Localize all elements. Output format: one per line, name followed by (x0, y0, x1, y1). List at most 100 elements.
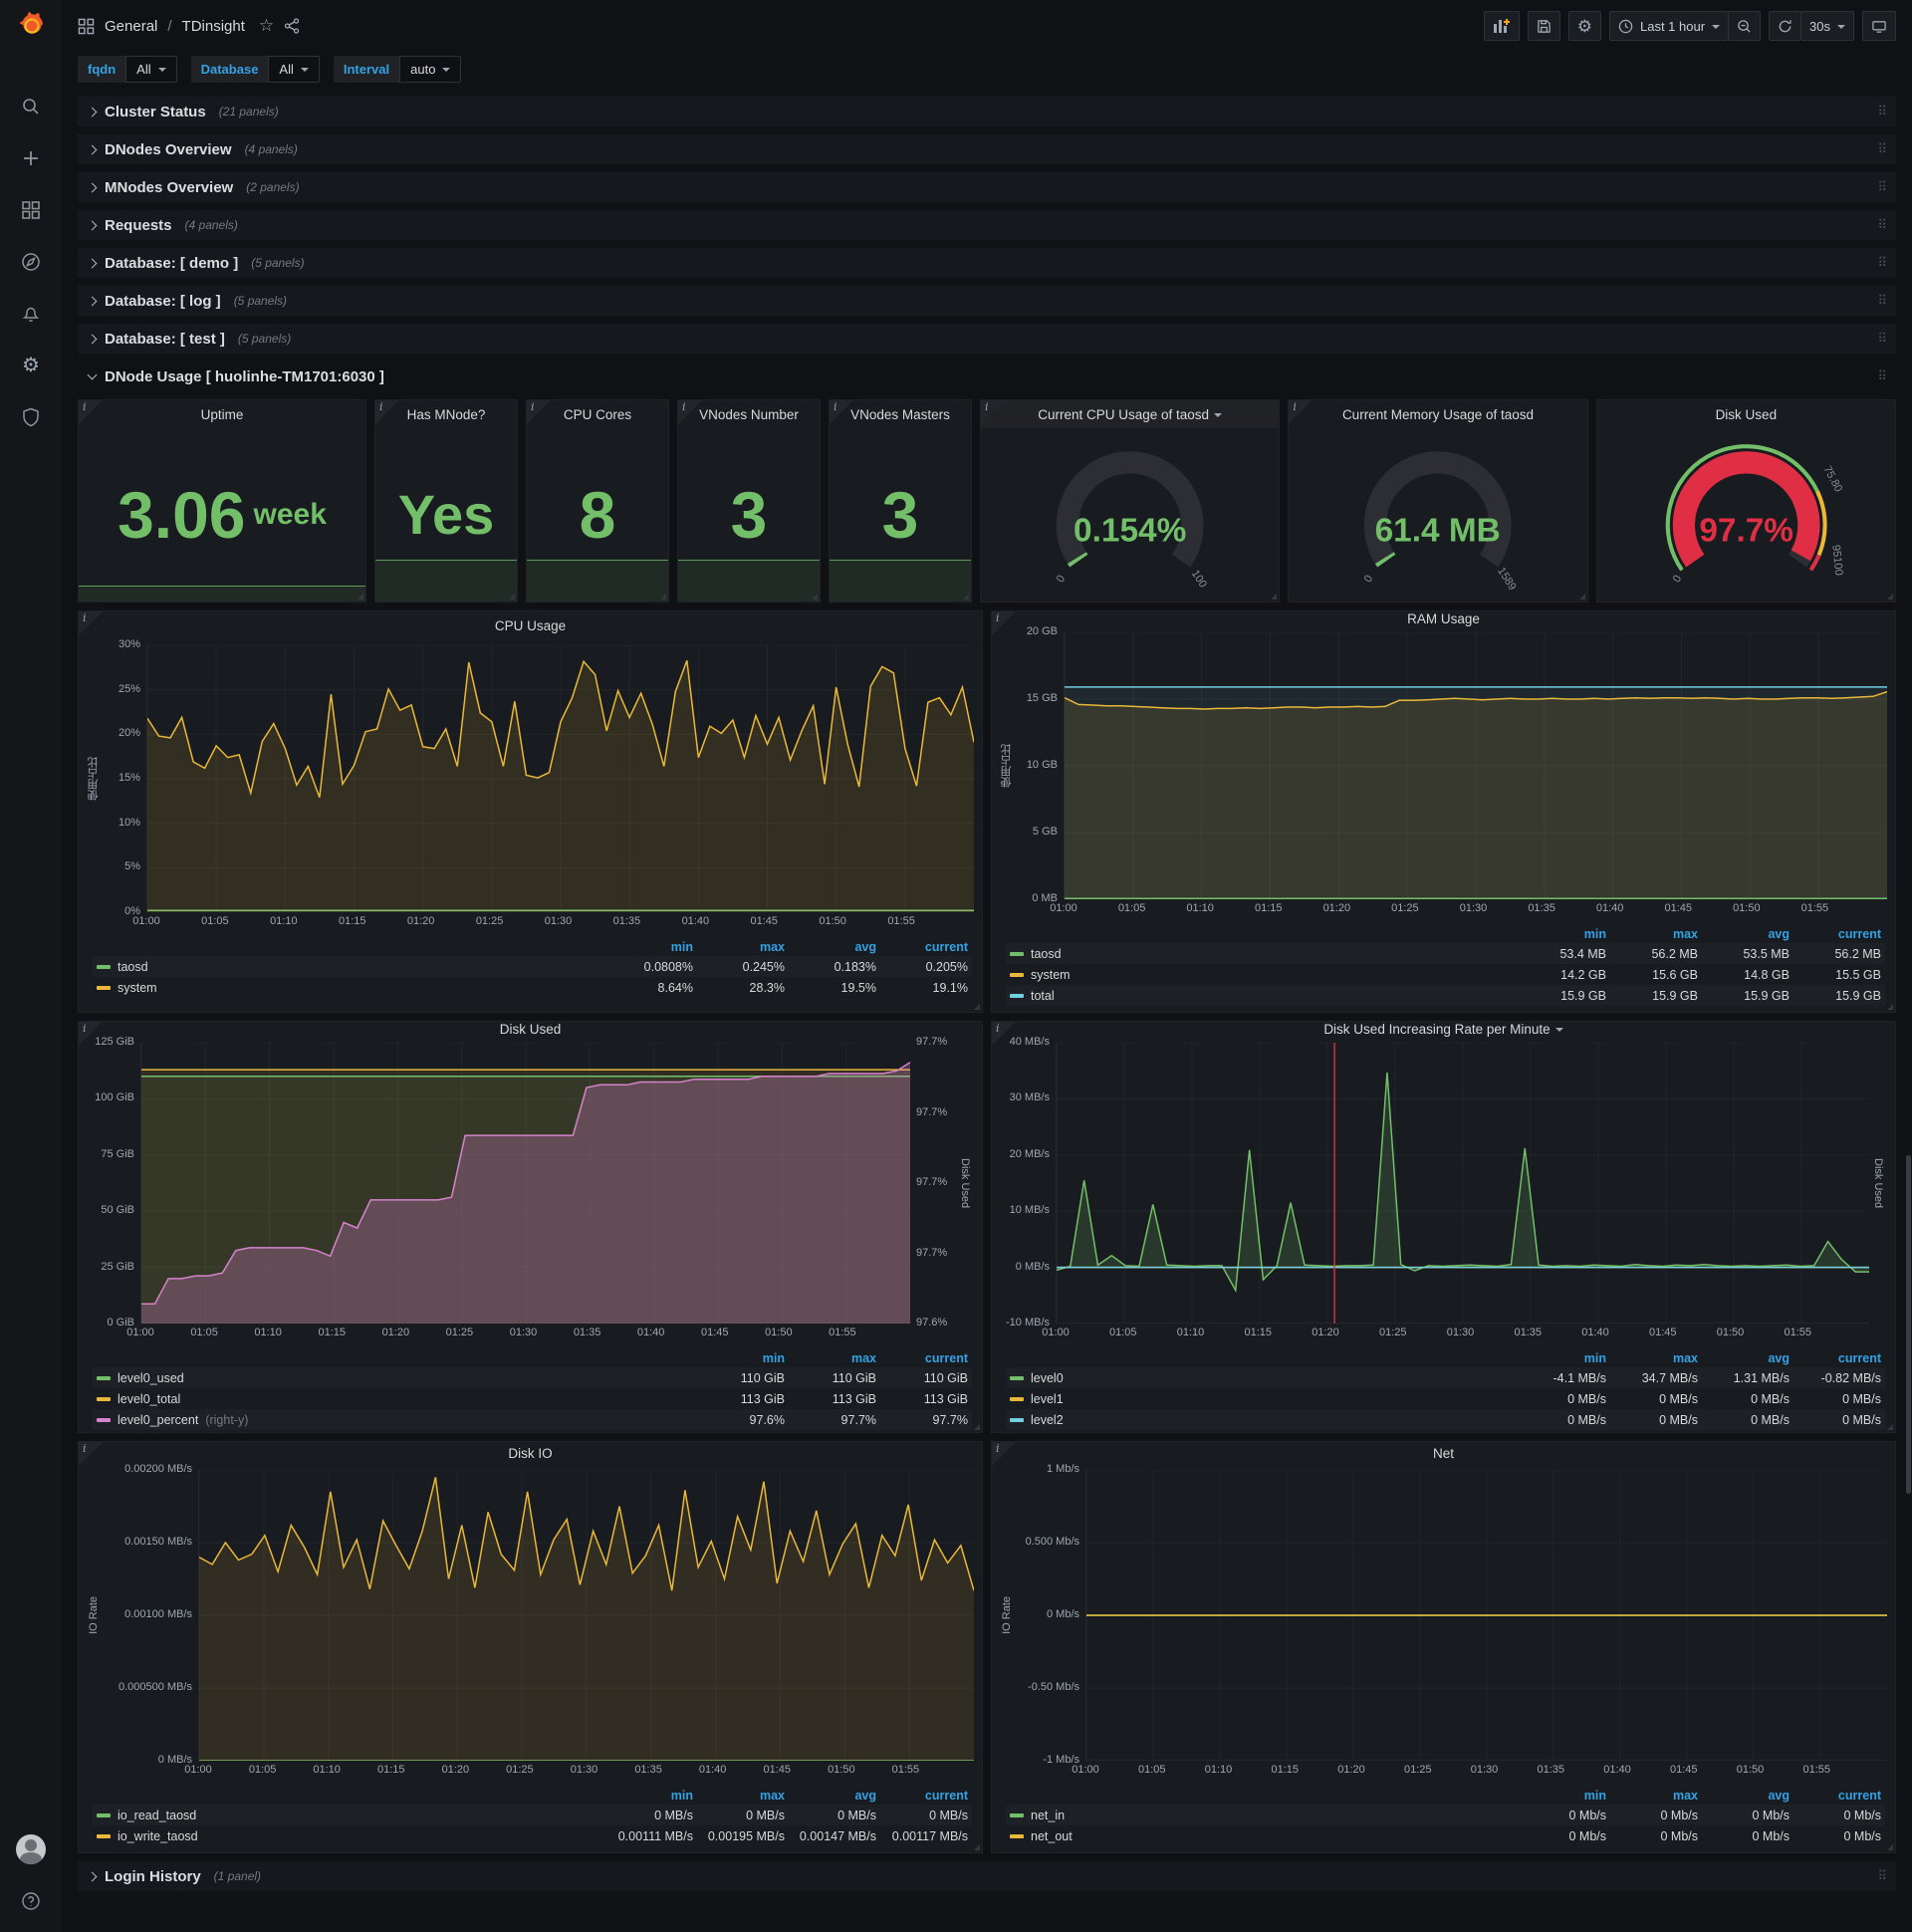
help-icon[interactable] (18, 1888, 44, 1914)
panel-info-icon[interactable]: i (79, 1022, 103, 1046)
legend-sort-avg[interactable]: avg (785, 940, 876, 954)
row-drag-handle[interactable]: ⠿ (1877, 331, 1888, 347)
row-database-log[interactable]: Database: [ log ] (5 panels) ⠿ (78, 286, 1896, 316)
star-icon[interactable]: ☆ (259, 16, 274, 36)
series-color-swatch[interactable] (97, 1396, 111, 1401)
series-color-swatch[interactable] (97, 985, 111, 990)
zoom-out-time-button[interactable] (1728, 11, 1762, 41)
legend-sort-current[interactable]: current (1790, 1351, 1881, 1365)
legend-series[interactable]: io_read_taosd (118, 1809, 196, 1822)
row-drag-handle[interactable]: ⠿ (1877, 104, 1888, 120)
legend-sort-min[interactable]: min (601, 940, 693, 954)
row-database-test[interactable]: Database: [ test ] (5 panels) ⠿ (78, 324, 1896, 354)
legend-sort-max[interactable]: max (785, 1351, 876, 1365)
series-color-swatch[interactable] (1010, 1396, 1024, 1401)
variable-value-dropdown[interactable]: All (125, 56, 177, 83)
panel-info-icon[interactable]: i (375, 400, 399, 424)
configuration-gear-icon[interactable]: ⚙ (18, 353, 44, 378)
panel-info-icon[interactable]: i (79, 611, 103, 635)
legend-sort-min[interactable]: min (1515, 1351, 1606, 1365)
legend-sort-current[interactable]: current (1790, 1789, 1881, 1803)
legend-series[interactable]: net_in (1031, 1809, 1065, 1822)
refresh-interval-picker[interactable]: 30s (1800, 11, 1854, 41)
series-color-swatch[interactable] (97, 1375, 111, 1380)
series-color-swatch[interactable] (97, 1417, 111, 1422)
legend-sort-current[interactable]: current (876, 1789, 968, 1803)
panel-title[interactable]: RAM Usage (992, 611, 1895, 626)
legend-series[interactable]: level0_total (118, 1392, 180, 1406)
row-dnode-usage[interactable]: DNode Usage [ huolinhe-TM1701:6030 ] ⠿ (78, 362, 1896, 391)
alerting-bell-icon[interactable] (18, 301, 44, 327)
save-dashboard-button[interactable] (1527, 11, 1560, 41)
variable-value-dropdown[interactable]: All (268, 56, 320, 83)
user-avatar[interactable] (16, 1834, 46, 1864)
legend-sort-max[interactable]: max (1606, 1351, 1698, 1365)
panel-info-icon[interactable]: i (830, 400, 853, 424)
row-drag-handle[interactable]: ⠿ (1877, 141, 1888, 157)
legend-series[interactable]: level0_percent (118, 1413, 198, 1427)
legend-series[interactable]: taosd (1031, 947, 1062, 961)
panel-info-icon[interactable]: i (527, 400, 551, 424)
panel-info-icon[interactable]: i (678, 400, 702, 424)
series-color-swatch[interactable] (1010, 1833, 1024, 1838)
row-cluster-status[interactable]: Cluster Status (21 panels) ⠿ (78, 97, 1896, 126)
panel-info-icon[interactable]: i (981, 400, 1005, 424)
legend-series[interactable]: taosd (118, 960, 148, 974)
panel-title[interactable]: CPU Usage (79, 611, 982, 639)
legend-series[interactable]: system (1031, 968, 1071, 982)
legend-sort-current[interactable]: current (876, 1351, 968, 1365)
explore-compass-icon[interactable] (18, 249, 44, 275)
dashboard-settings-button[interactable]: ⚙ (1567, 11, 1601, 41)
row-dnodes-overview[interactable]: DNodes Overview (4 panels) ⠿ (78, 134, 1896, 164)
legend-sort-current[interactable]: current (876, 940, 968, 954)
scrollbar-thumb[interactable] (1906, 1155, 1911, 1494)
row-drag-handle[interactable]: ⠿ (1877, 217, 1888, 233)
panel-title[interactable]: Disk Used Increasing Rate per Minute (992, 1022, 1895, 1037)
panel-title[interactable]: Current CPU Usage of taosd (981, 400, 1280, 428)
panel-info-icon[interactable]: i (992, 1442, 1016, 1466)
server-admin-shield-icon[interactable] (18, 404, 44, 430)
panel-title[interactable]: Disk Used (1597, 400, 1895, 428)
panel-info-icon[interactable]: i (79, 1442, 103, 1466)
row-database-demo[interactable]: Database: [ demo ] (5 panels) ⠿ (78, 248, 1896, 278)
legend-sort-min[interactable]: min (693, 1351, 785, 1365)
panel-title[interactable]: Uptime (79, 400, 365, 428)
legend-sort-avg[interactable]: avg (1698, 927, 1790, 941)
series-color-swatch[interactable] (1010, 1812, 1024, 1817)
row-mnodes-overview[interactable]: MNodes Overview (2 panels) ⠿ (78, 172, 1896, 202)
legend-sort-min[interactable]: min (601, 1789, 693, 1803)
legend-series[interactable]: system (118, 981, 157, 995)
series-color-swatch[interactable] (97, 1833, 111, 1838)
legend-series[interactable]: total (1031, 989, 1055, 1003)
panel-info-icon[interactable]: i (79, 400, 103, 424)
grafana-logo[interactable] (0, 0, 62, 52)
row-drag-handle[interactable]: ⠿ (1877, 293, 1888, 309)
legend-series[interactable]: io_write_taosd (118, 1829, 198, 1843)
legend-series[interactable]: net_out (1031, 1829, 1073, 1843)
row-drag-handle[interactable]: ⠿ (1877, 1868, 1888, 1884)
share-icon[interactable] (284, 18, 300, 34)
legend-sort-avg[interactable]: avg (1698, 1789, 1790, 1803)
variable-value-dropdown[interactable]: auto (399, 56, 462, 83)
legend-sort-avg[interactable]: avg (1698, 1351, 1790, 1365)
legend-sort-max[interactable]: max (1606, 927, 1698, 941)
dashboards-icon[interactable] (18, 197, 44, 223)
time-range-picker[interactable]: Last 1 hour (1608, 11, 1729, 41)
cycle-view-mode-button[interactable] (1862, 11, 1896, 41)
panel-info-icon[interactable]: i (992, 611, 1016, 635)
legend-series[interactable]: level2 (1031, 1413, 1064, 1427)
row-requests[interactable]: Requests (4 panels) ⠿ (78, 210, 1896, 240)
series-color-swatch[interactable] (97, 964, 111, 969)
series-color-swatch[interactable] (1010, 993, 1024, 998)
panel-info-icon[interactable]: i (992, 1022, 1016, 1046)
panel-title[interactable]: Disk Used (79, 1022, 982, 1037)
legend-sort-avg[interactable]: avg (785, 1789, 876, 1803)
series-color-swatch[interactable] (1010, 972, 1024, 977)
series-color-swatch[interactable] (1010, 1375, 1024, 1380)
row-drag-handle[interactable]: ⠿ (1877, 368, 1888, 384)
legend-series[interactable]: level1 (1031, 1392, 1064, 1406)
legend-sort-max[interactable]: max (1606, 1789, 1698, 1803)
create-plus-icon[interactable] (18, 145, 44, 171)
panel-info-icon[interactable]: i (1289, 400, 1314, 424)
row-drag-handle[interactable]: ⠿ (1877, 179, 1888, 195)
